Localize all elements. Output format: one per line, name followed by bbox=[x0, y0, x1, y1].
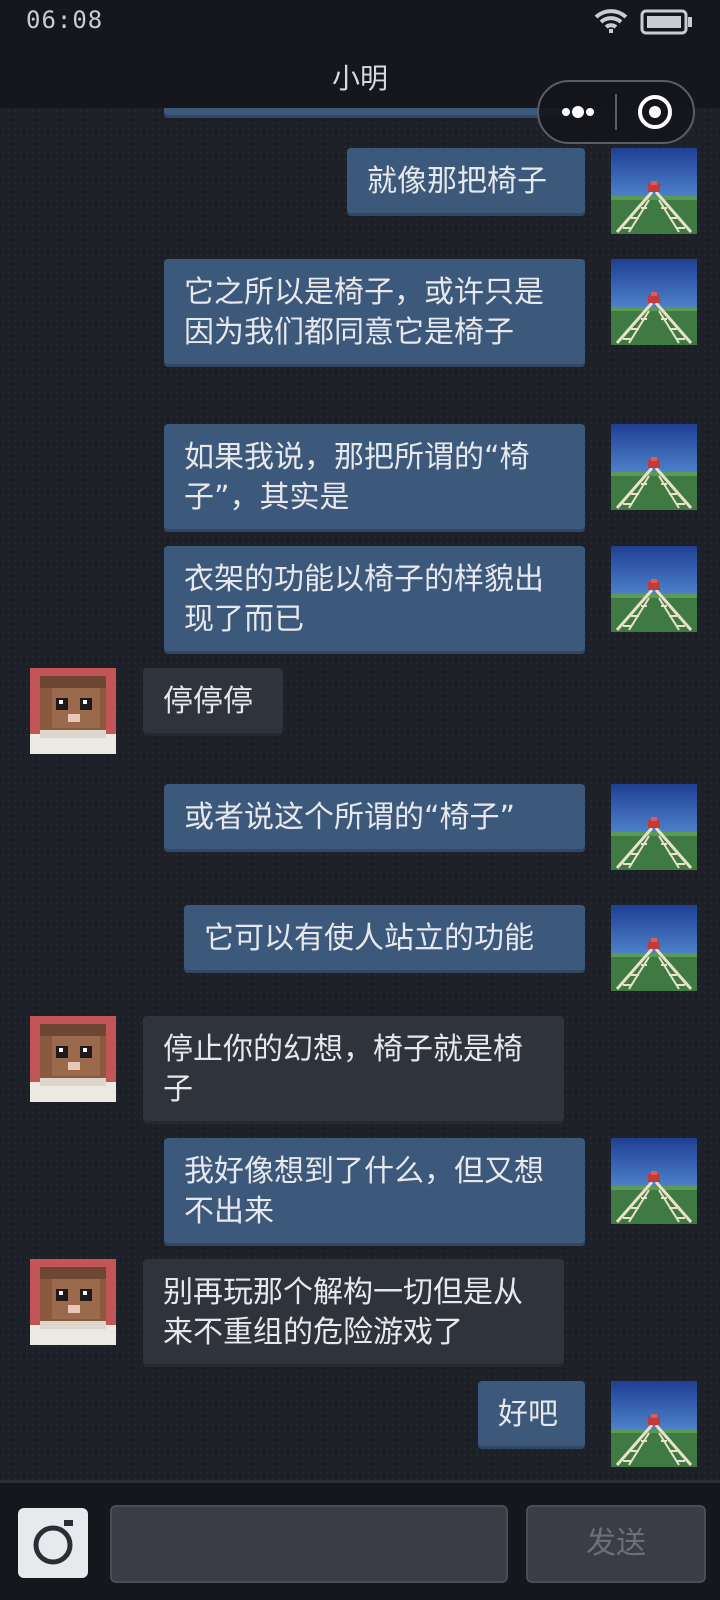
message-bubble-partial bbox=[164, 108, 584, 118]
my-avatar[interactable] bbox=[611, 424, 697, 510]
message-bubble[interactable]: 好吧 bbox=[478, 1381, 585, 1449]
message-text: 我好像想到了什么，但又想不出来 bbox=[184, 1154, 544, 1229]
chat-screen: 06:08 小明 就像那把椅子 它之所以是椅子，或许只是因为我们都同意它是椅子 … bbox=[0, 0, 720, 1600]
message-bubble[interactable]: 如果我说，那把所谓的“椅子”，其实是 bbox=[164, 424, 585, 532]
send-button[interactable]: 发送 bbox=[526, 1505, 706, 1583]
message-bubble[interactable]: 停停停 bbox=[143, 668, 283, 736]
message-input[interactable] bbox=[110, 1505, 508, 1583]
input-bar: 发送 bbox=[0, 1480, 720, 1600]
message-text: 衣架的功能以椅子的样貌出现了而已 bbox=[184, 562, 544, 637]
my-avatar[interactable] bbox=[611, 905, 697, 991]
my-avatar[interactable] bbox=[611, 148, 697, 234]
capsule-menu bbox=[537, 80, 695, 144]
camera-icon bbox=[33, 1520, 73, 1565]
message-text: 好吧 bbox=[498, 1397, 558, 1432]
message-text: 别再玩那个解构一切但是从来不重组的危险游戏了 bbox=[163, 1275, 523, 1350]
friend-avatar[interactable] bbox=[30, 668, 116, 754]
message-text: 它之所以是椅子，或许只是因为我们都同意它是椅子 bbox=[184, 275, 544, 350]
my-avatar[interactable] bbox=[611, 1381, 697, 1467]
my-avatar[interactable] bbox=[611, 784, 697, 870]
message-bubble[interactable]: 别再玩那个解构一切但是从来不重组的危险游戏了 bbox=[143, 1259, 564, 1367]
wifi-icon bbox=[594, 9, 628, 33]
message-text: 如果我说，那把所谓的“椅子”，其实是 bbox=[184, 440, 530, 515]
camera-button[interactable] bbox=[18, 1508, 88, 1578]
status-time: 06:08 bbox=[26, 6, 104, 34]
message-bubble[interactable]: 停止你的幻想，椅子就是椅子 bbox=[143, 1016, 564, 1124]
close-target-icon bbox=[638, 95, 672, 129]
message-bubble[interactable]: 它之所以是椅子，或许只是因为我们都同意它是椅子 bbox=[164, 259, 585, 367]
message-bubble[interactable]: 我好像想到了什么，但又想不出来 bbox=[164, 1138, 585, 1246]
my-avatar[interactable] bbox=[611, 1138, 697, 1224]
message-bubble[interactable]: 或者说这个所谓的“椅子” bbox=[164, 784, 585, 852]
message-bubble[interactable]: 它可以有使人站立的功能 bbox=[184, 905, 585, 973]
my-avatar[interactable] bbox=[611, 546, 697, 632]
battery-icon bbox=[640, 9, 692, 35]
friend-avatar[interactable] bbox=[30, 1259, 116, 1345]
message-text: 停止你的幻想，椅子就是椅子 bbox=[163, 1032, 523, 1107]
message-list[interactable]: 就像那把椅子 它之所以是椅子，或许只是因为我们都同意它是椅子 如果我说，那把所谓… bbox=[0, 108, 720, 1480]
close-button[interactable] bbox=[617, 82, 693, 142]
more-dots-icon bbox=[562, 106, 594, 118]
status-bar: 06:08 bbox=[0, 0, 720, 44]
friend-avatar[interactable] bbox=[30, 1016, 116, 1102]
message-bubble[interactable]: 衣架的功能以椅子的样貌出现了而已 bbox=[164, 546, 585, 654]
message-text: 或者说这个所谓的“椅子” bbox=[184, 800, 516, 835]
message-text: 就像那把椅子 bbox=[367, 164, 547, 199]
more-button[interactable] bbox=[539, 82, 616, 142]
message-bubble[interactable]: 就像那把椅子 bbox=[347, 148, 585, 216]
message-text: 停停停 bbox=[163, 684, 253, 719]
my-avatar[interactable] bbox=[611, 259, 697, 345]
message-text: 它可以有使人站立的功能 bbox=[204, 921, 534, 956]
